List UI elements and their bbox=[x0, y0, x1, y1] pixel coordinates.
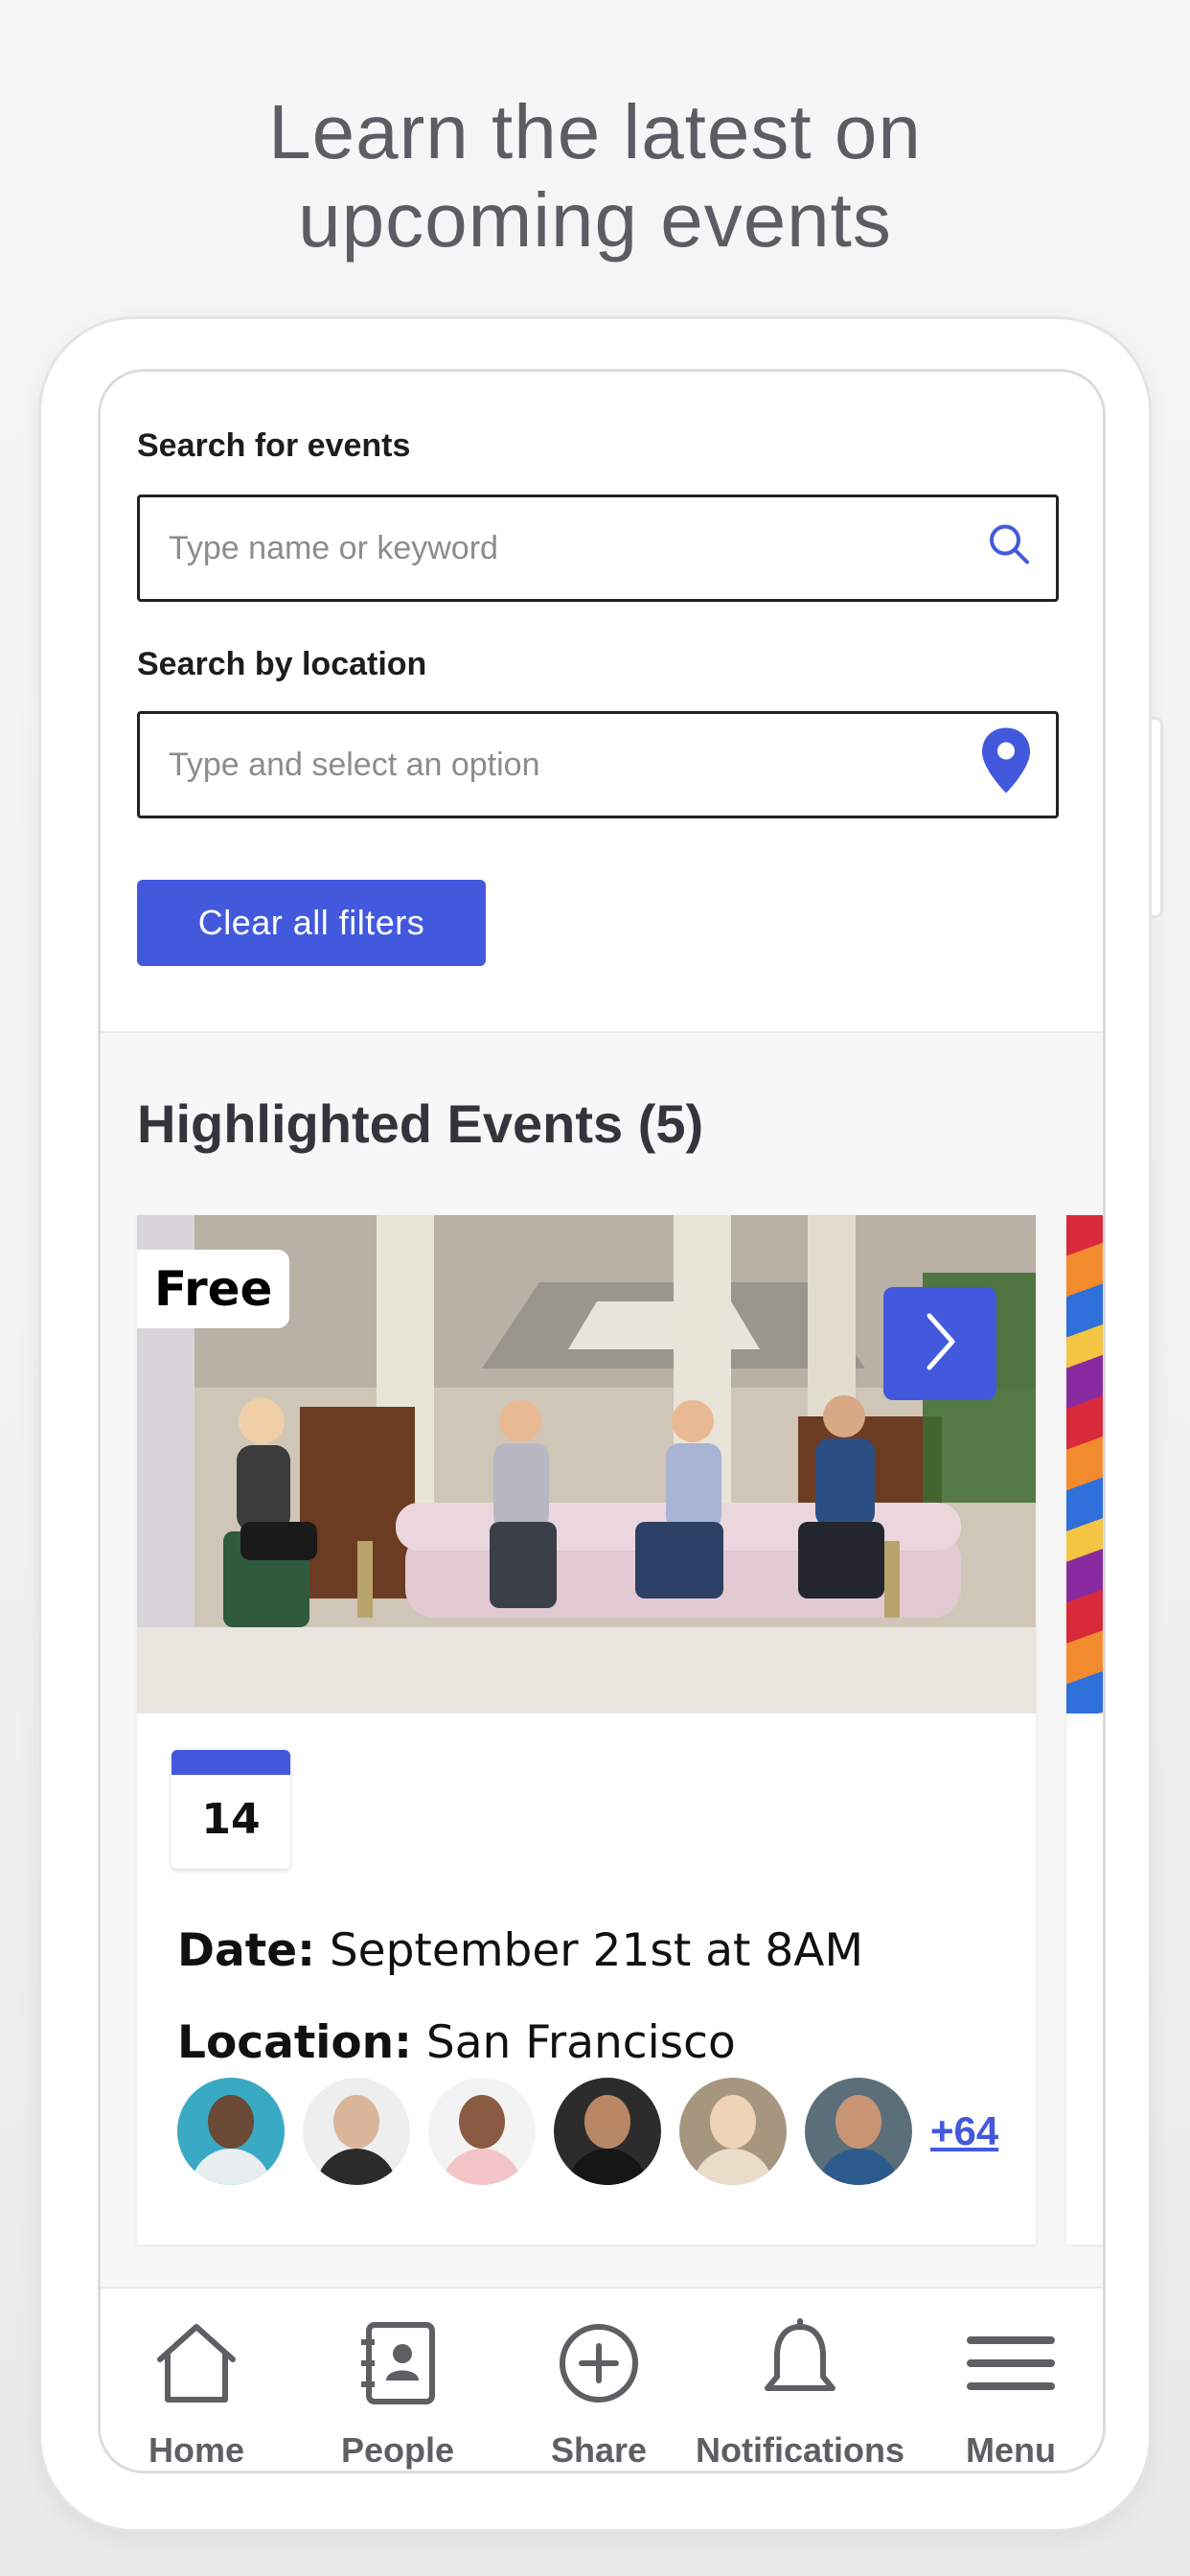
search-location-placeholder: Type and select an option bbox=[169, 746, 540, 783]
avatar[interactable] bbox=[679, 2078, 787, 2185]
headline-line-2: upcoming events bbox=[298, 177, 892, 263]
bell-icon bbox=[754, 2317, 846, 2414]
phone-side-button bbox=[1152, 717, 1163, 918]
search-events-placeholder: Type name or keyword bbox=[169, 529, 498, 566]
search-location-label: Search by location bbox=[137, 646, 427, 682]
tab-notifications[interactable]: Notifications bbox=[695, 2288, 905, 2471]
next-event-card-peek[interactable] bbox=[1066, 1215, 1103, 2244]
tab-home[interactable]: Home bbox=[120, 2288, 273, 2471]
event-date-label: Date: bbox=[177, 1924, 315, 1977]
bottom-tab-bar: Home People Share Notifications Menu bbox=[101, 2287, 1103, 2471]
avatar[interactable] bbox=[554, 2078, 661, 2185]
carousel-next-button[interactable] bbox=[883, 1287, 996, 1400]
calendar-icon: 14 bbox=[172, 1750, 290, 1869]
tab-share[interactable]: Share bbox=[522, 2288, 675, 2471]
marketing-headline: Learn the latest on upcoming events bbox=[0, 88, 1190, 264]
attendee-avatars: +64 bbox=[177, 2078, 998, 2185]
app-screen: Search for events Type name or keyword S… bbox=[98, 369, 1106, 2473]
search-events-input[interactable]: Type name or keyword bbox=[137, 494, 1059, 602]
search-location-input[interactable]: Type and select an option bbox=[137, 711, 1059, 818]
attendees-more-link[interactable]: +64 bbox=[930, 2108, 998, 2154]
search-events-label: Search for events bbox=[137, 427, 411, 464]
home-icon bbox=[150, 2317, 242, 2414]
tab-people-label: People bbox=[340, 2430, 455, 2470]
tab-people[interactable]: People bbox=[321, 2288, 474, 2471]
menu-icon bbox=[965, 2317, 1057, 2414]
avatar[interactable] bbox=[428, 2078, 536, 2185]
event-location-label: Location: bbox=[177, 2016, 412, 2069]
tab-menu[interactable]: Menu bbox=[934, 2288, 1087, 2471]
calendar-header bbox=[172, 1750, 290, 1775]
price-badge: Free bbox=[137, 1250, 290, 1328]
highlighted-events-title: Highlighted Events (5) bbox=[137, 1093, 704, 1154]
tab-home-label: Home bbox=[148, 2430, 245, 2470]
search-icon[interactable] bbox=[985, 520, 1033, 577]
avatar[interactable] bbox=[177, 2078, 285, 2185]
next-event-photo bbox=[1066, 1215, 1103, 1714]
event-date: Date: September 21st at 8AM bbox=[177, 1924, 863, 1977]
headline-line-1: Learn the latest on bbox=[268, 89, 922, 174]
chevron-right-icon bbox=[916, 1308, 964, 1380]
search-panel: Search for events Type name or keyword S… bbox=[101, 372, 1103, 1033]
tab-share-label: Share bbox=[550, 2430, 648, 2470]
avatar[interactable] bbox=[805, 2078, 912, 2185]
event-location-value: San Francisco bbox=[425, 2016, 736, 2069]
plus-circle-icon bbox=[553, 2317, 645, 2414]
tab-menu-label: Menu bbox=[966, 2430, 1056, 2470]
contacts-icon bbox=[352, 2317, 444, 2414]
event-location: Location: San Francisco bbox=[177, 2016, 736, 2069]
event-date-value: September 21st at 8AM bbox=[329, 1924, 863, 1977]
avatar[interactable] bbox=[303, 2078, 410, 2185]
clear-filters-button[interactable]: Clear all filters bbox=[137, 880, 486, 966]
tab-notifications-label: Notifications bbox=[695, 2430, 904, 2470]
location-pin-icon[interactable] bbox=[979, 726, 1033, 804]
calendar-day: 14 bbox=[201, 1795, 261, 1844]
